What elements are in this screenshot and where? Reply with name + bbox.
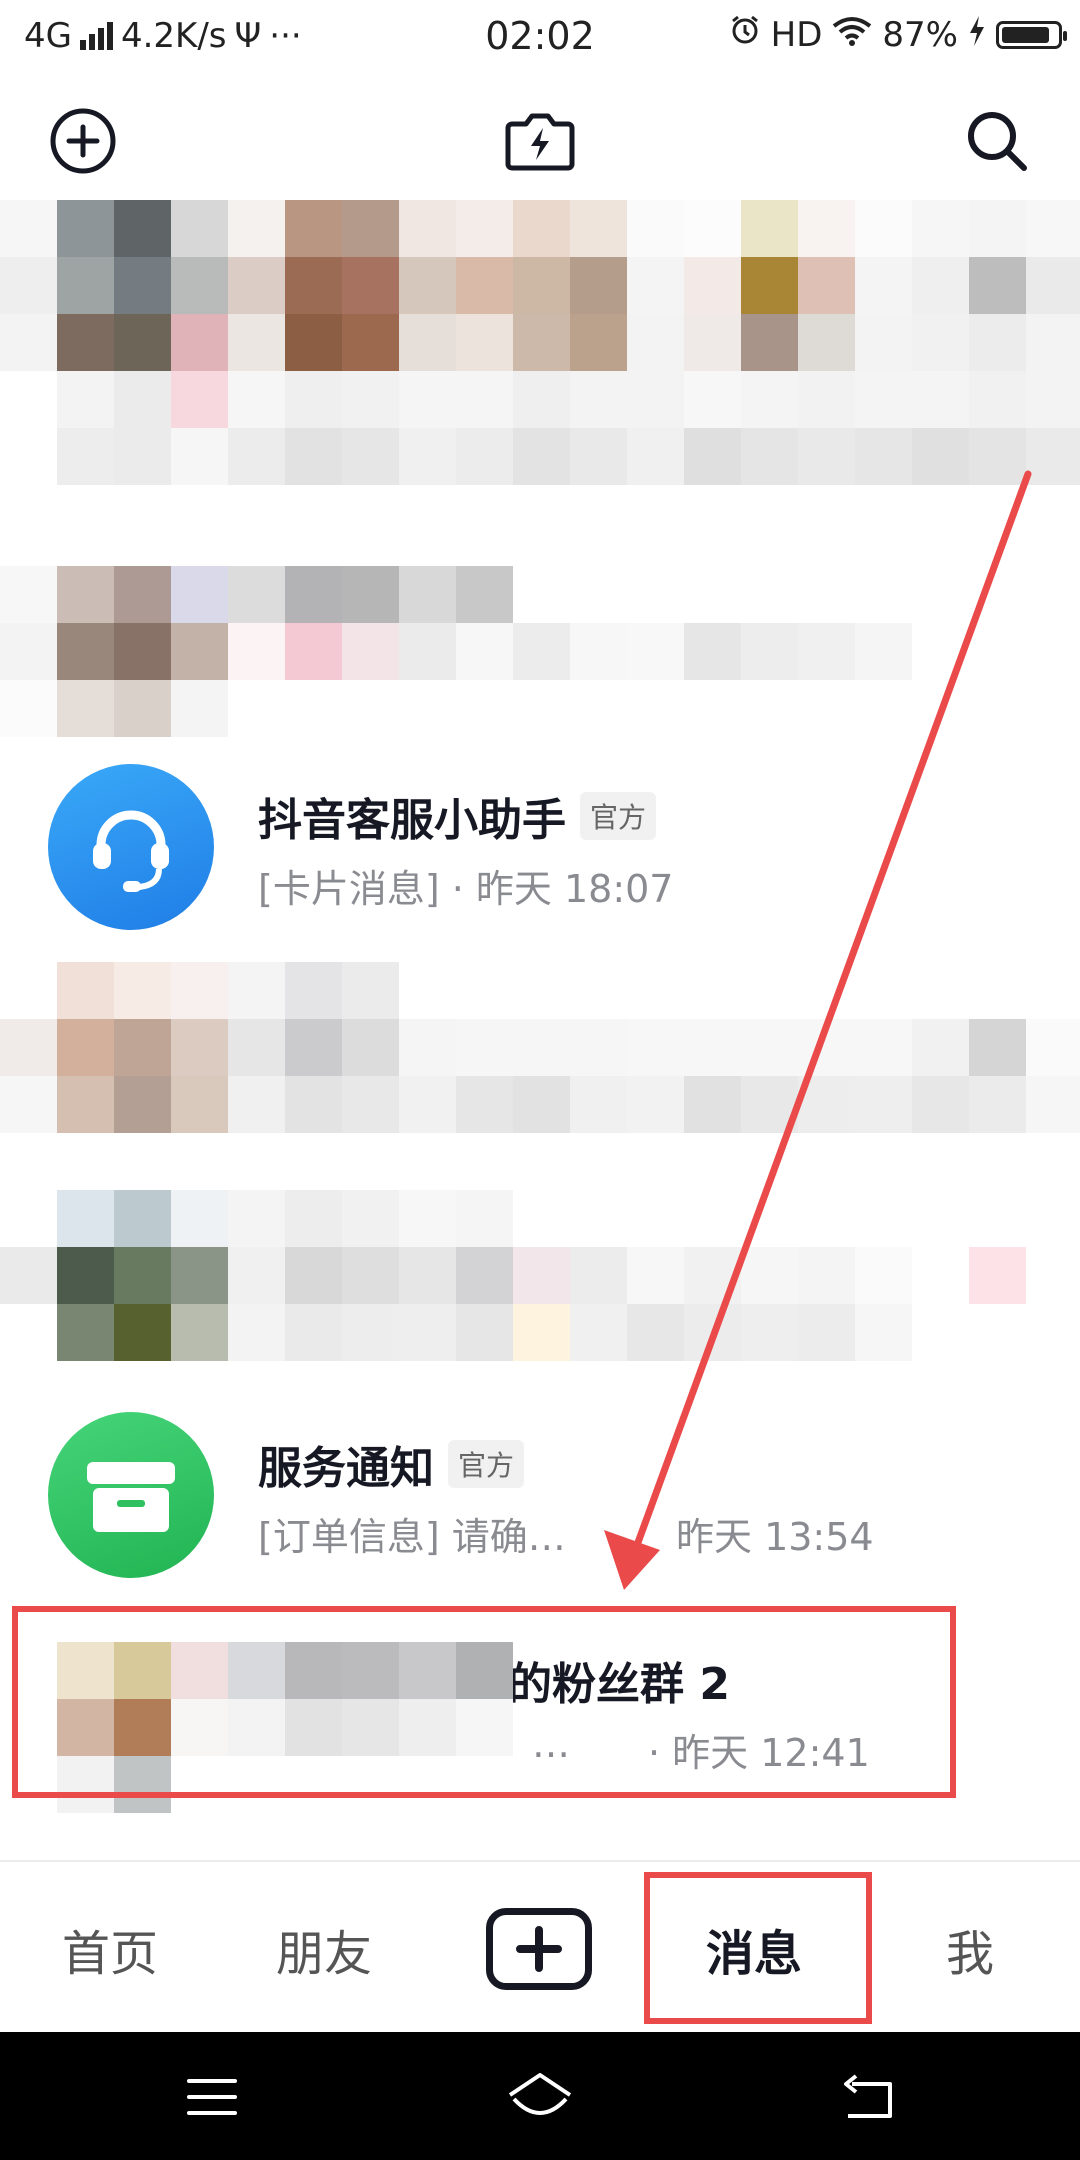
menu-icon[interactable] <box>172 2062 252 2132</box>
tab-me[interactable]: 我 <box>880 1914 1060 1984</box>
tab-home[interactable]: 首页 <box>20 1914 200 1984</box>
back-icon[interactable] <box>828 2062 908 2132</box>
home-icon[interactable] <box>500 2062 580 2132</box>
tab-friends[interactable]: 朋友 <box>234 1914 414 1984</box>
create-post-button[interactable] <box>486 1908 592 1990</box>
bottom-tab-bar: 首页 朋友 消息 我 <box>0 1860 1080 2034</box>
system-nav-bar <box>0 2032 1080 2160</box>
plus-icon <box>516 1926 562 1972</box>
highlight-box-messages-tab <box>644 1872 872 2024</box>
annotation-arrow <box>604 470 1032 1590</box>
